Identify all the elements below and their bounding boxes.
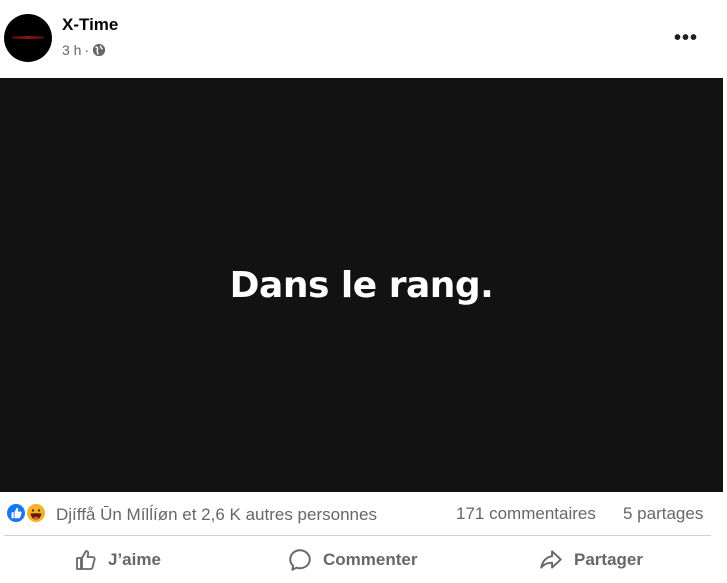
- share-button[interactable]: Partager: [538, 544, 643, 576]
- share-label: Partager: [574, 550, 643, 569]
- shares-count[interactable]: 5 partages: [623, 504, 703, 524]
- page-avatar[interactable]: [4, 14, 52, 62]
- like-label: J’aime: [108, 550, 161, 569]
- comment-button[interactable]: Commenter: [287, 544, 417, 576]
- page-name-link[interactable]: X-Time: [62, 15, 118, 35]
- comments-count[interactable]: 171 commentaires: [456, 504, 596, 524]
- globe-icon[interactable]: [92, 43, 106, 57]
- avatar-logo: [12, 36, 44, 39]
- more-options-button[interactable]: •••: [668, 20, 704, 56]
- more-options-icon: •••: [673, 27, 698, 49]
- like-reaction-icon: [5, 502, 27, 524]
- reactions-bar: Djíffå Ūn Mílĺíøn et 2,6 K autres person…: [0, 500, 727, 530]
- post-meta: 3 h ·: [62, 42, 106, 58]
- comment-label: Commenter: [323, 550, 418, 569]
- post-actions: J’aime Commenter Partager: [0, 540, 727, 580]
- post-image[interactable]: Dans le rang.: [0, 78, 723, 492]
- post-header: X-Time 3 h · •••: [0, 0, 727, 78]
- haha-reaction-icon: [25, 502, 47, 524]
- like-button[interactable]: J’aime: [74, 544, 161, 576]
- post-image-text: Dans le rang.: [229, 264, 494, 306]
- actions-divider: [4, 535, 711, 536]
- reaction-icons[interactable]: [5, 502, 51, 526]
- reactors-text[interactable]: Djíffå Ūn Mílĺíøn et 2,6 K autres person…: [56, 505, 377, 525]
- comment-bubble-icon: [289, 549, 311, 571]
- post-timestamp[interactable]: 3 h: [62, 42, 81, 58]
- thumbs-up-icon: [76, 550, 96, 570]
- share-arrow-icon: [540, 550, 562, 569]
- meta-separator: ·: [84, 42, 90, 58]
